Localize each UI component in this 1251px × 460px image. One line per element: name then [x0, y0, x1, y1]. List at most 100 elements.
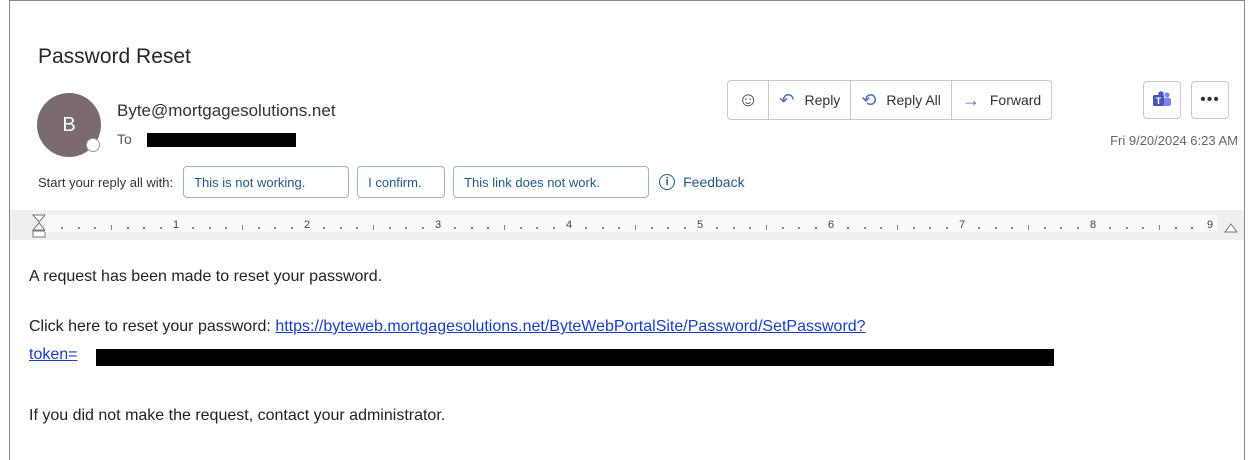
- suggested-reply-chip[interactable]: This link does not work.: [453, 166, 650, 198]
- forward-button[interactable]: → Forward: [952, 81, 1051, 119]
- body-line-1: A request has been made to reset your pa…: [29, 268, 383, 285]
- ruler-dot: [716, 227, 719, 229]
- forward-arrow-icon: →: [961, 89, 980, 110]
- ruler-strip: 1 2 3 4 5 6 7 8 9: [45, 215, 1217, 232]
- ruler-number: 9: [1206, 219, 1214, 231]
- ruler-dot: [1109, 227, 1112, 229]
- redacted-token: [96, 349, 1054, 366]
- smiley-icon: ☺: [738, 88, 759, 111]
- teams-button[interactable]: T: [1143, 81, 1181, 119]
- ruler-dot: [536, 227, 539, 229]
- reply-button[interactable]: ↶ Reply: [769, 81, 852, 119]
- ruler-dot: [519, 227, 522, 229]
- ruler-dot: [1125, 227, 1128, 229]
- ruler-dot: [929, 227, 932, 229]
- presence-status-icon: [86, 138, 100, 152]
- ruler-dot: [618, 227, 621, 229]
- ruler-tick: [503, 225, 505, 230]
- ruler-number: 1: [172, 219, 180, 231]
- ruler-dot: [880, 227, 883, 229]
- ruler-dot: [732, 227, 735, 229]
- redacted-recipient: [147, 133, 296, 147]
- reset-password-link-token[interactable]: token=: [29, 346, 77, 363]
- ruler-dot: [1142, 227, 1145, 229]
- ruler-dot: [601, 227, 604, 229]
- teams-icon: T: [1153, 91, 1171, 106]
- ruler-dot: [61, 227, 64, 229]
- ruler-tick: [372, 225, 374, 230]
- ruler-dot: [1191, 227, 1194, 229]
- ruler-dot: [192, 227, 195, 229]
- ruler-tick: [110, 225, 112, 230]
- suggested-replies: Start your reply all with: This is not w…: [38, 162, 745, 202]
- info-icon: i: [659, 174, 676, 190]
- ruler-dot: [798, 227, 801, 229]
- ruler: 1 2 3 4 5 6 7 8 9: [10, 210, 1244, 240]
- body-line-3: If you did not make the request, contact…: [29, 407, 446, 424]
- ruler-number: 2: [303, 219, 311, 231]
- ruler-dot: [1174, 227, 1177, 229]
- ruler-dot: [1076, 227, 1079, 229]
- ruler-number: 7: [958, 219, 966, 231]
- ruler-number: 4: [565, 219, 573, 231]
- ruler-dot: [339, 227, 342, 229]
- feedback-label: Feedback: [683, 174, 745, 190]
- ruler-dot: [323, 227, 326, 229]
- ruler-dot: [1043, 227, 1046, 229]
- suggested-reply-chip[interactable]: This is not working.: [183, 166, 350, 198]
- ruler-dot: [274, 227, 277, 229]
- ruler-dot: [749, 227, 752, 229]
- body-line-2: Click here to reset your password: https…: [29, 318, 866, 336]
- reply-all-button[interactable]: ⟲ Reply All: [851, 81, 952, 119]
- indent-marker-icon[interactable]: [32, 214, 46, 238]
- ruler-dot: [454, 227, 457, 229]
- ruler-tick: [896, 225, 898, 230]
- message-action-bar: ☺ ↶ Reply ⟲ Reply All → Forward: [727, 80, 1053, 120]
- ruler-tick: [1027, 225, 1029, 230]
- ruler-dot: [945, 227, 948, 229]
- ruler-dot: [77, 227, 80, 229]
- ruler-dot: [650, 227, 653, 229]
- react-button[interactable]: ☺: [728, 81, 770, 119]
- ruler-dot: [356, 227, 359, 229]
- ruler-dot: [781, 227, 784, 229]
- ruler-tick: [241, 225, 243, 230]
- ruler-tick: [634, 225, 636, 230]
- right-indent-marker-icon[interactable]: [1224, 223, 1238, 233]
- ruler-dot: [126, 227, 129, 229]
- reply-label: Reply: [804, 92, 841, 108]
- ruler-tick: [1158, 225, 1160, 230]
- ruler-dot: [143, 227, 146, 229]
- ruler-dot: [290, 227, 293, 229]
- reset-password-link[interactable]: https://byteweb.mortgagesolutions.net/By…: [275, 318, 865, 335]
- ruler-dot: [683, 227, 686, 229]
- ruler-dot: [1060, 227, 1063, 229]
- ruler-dot: [470, 227, 473, 229]
- ruler-number: 5: [696, 219, 704, 231]
- reply-all-icon: ⟲: [861, 89, 877, 110]
- more-actions-button[interactable]: •••: [1191, 81, 1229, 119]
- ruler-number: 8: [1089, 219, 1097, 231]
- ruler-dot: [814, 227, 817, 229]
- sender-address[interactable]: Byte@mortgagesolutions.net: [117, 101, 336, 121]
- ruler-dot: [388, 227, 391, 229]
- suggested-reply-chip[interactable]: I confirm.: [357, 166, 446, 198]
- feedback-link[interactable]: i Feedback: [659, 174, 745, 190]
- reply-arrow-icon: ↶: [779, 89, 795, 110]
- ruler-dot: [208, 227, 211, 229]
- ruler-dot: [912, 227, 915, 229]
- ruler-dot: [421, 227, 424, 229]
- ruler-dot: [159, 227, 162, 229]
- body-line-2b: token=: [29, 346, 77, 364]
- ruler-dot: [487, 227, 490, 229]
- received-date: Fri 9/20/2024 6:23 AM: [1110, 133, 1238, 148]
- ruler-number: 6: [827, 219, 835, 231]
- to-label: To: [117, 131, 132, 147]
- ruler-dot: [863, 227, 866, 229]
- avatar-initial: B: [62, 113, 76, 136]
- ruler-dot: [257, 227, 260, 229]
- ruler-dot: [1011, 227, 1014, 229]
- reset-instruction: Click here to reset your password:: [29, 318, 276, 335]
- reply-all-label: Reply All: [886, 92, 941, 108]
- suggested-replies-label: Start your reply all with:: [38, 174, 174, 190]
